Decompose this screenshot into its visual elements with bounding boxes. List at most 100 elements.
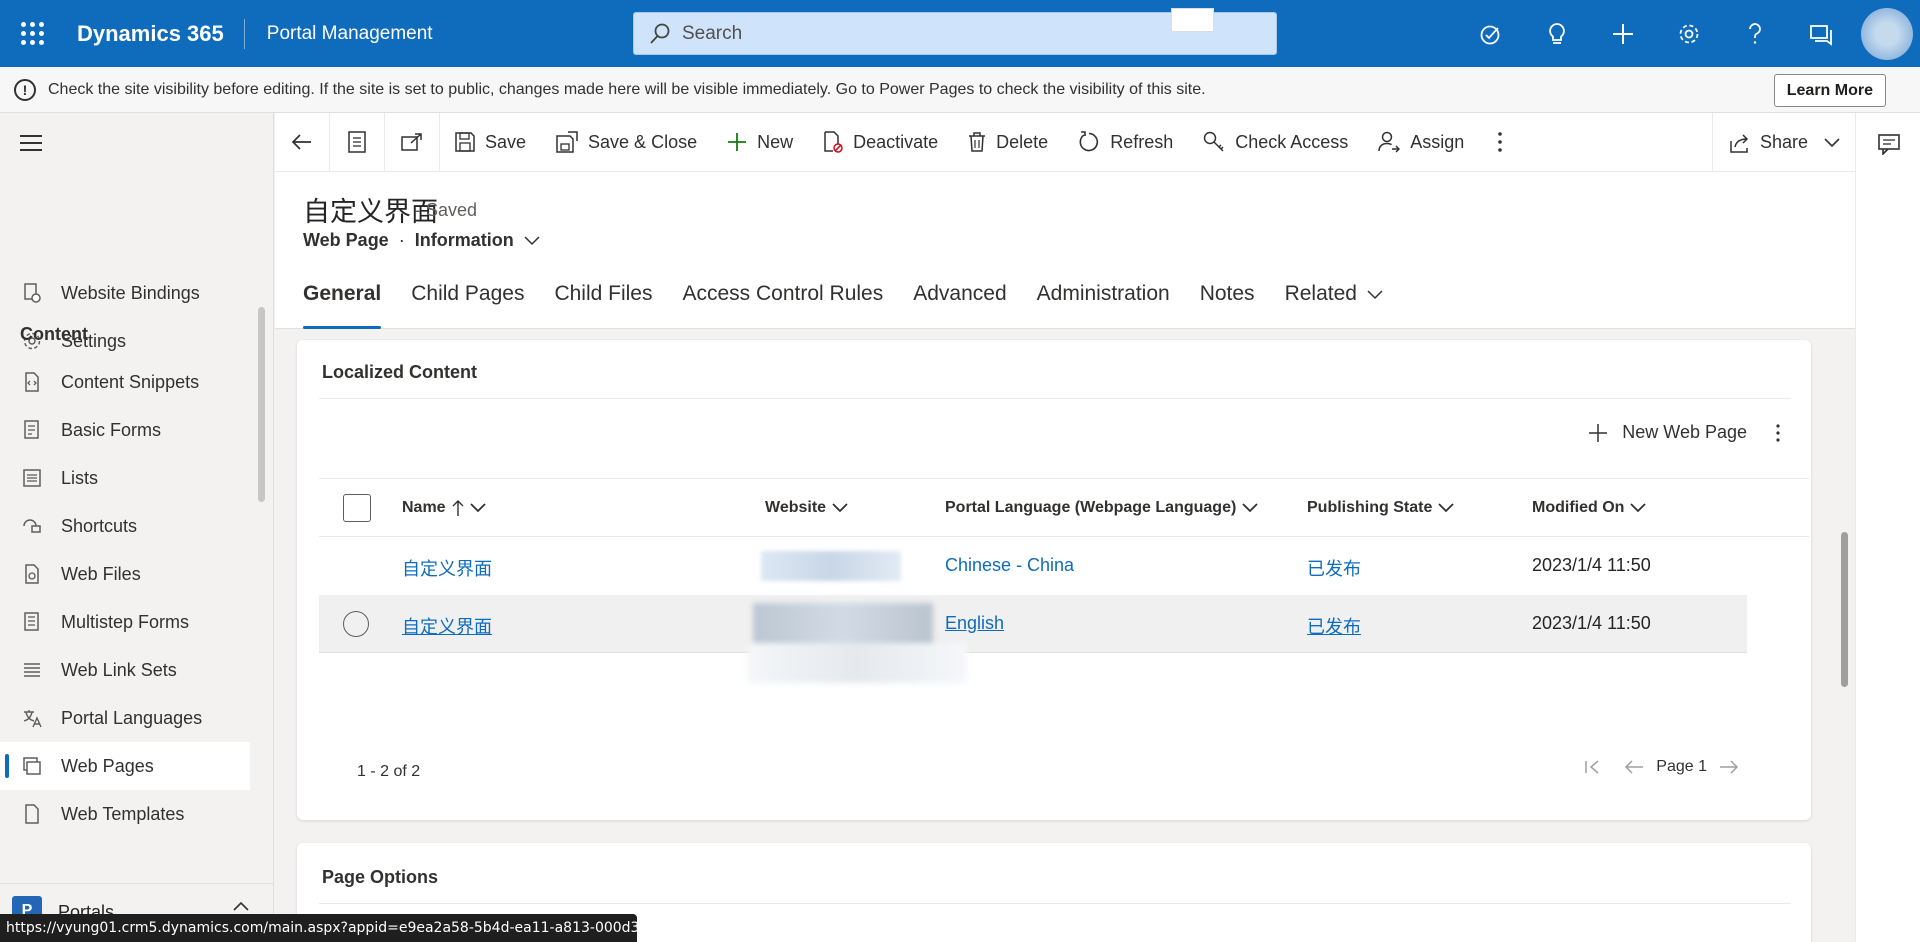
column-header-portal-language[interactable]: Portal Language (Webpage Language) xyxy=(945,499,1258,517)
language-icon xyxy=(22,708,42,728)
sidebar-item-label: Web Link Sets xyxy=(61,659,177,680)
save-close-button[interactable]: Save & Close xyxy=(541,113,712,172)
tab-administration[interactable]: Administration xyxy=(1037,272,1170,329)
app-launcher-button[interactable] xyxy=(0,0,64,67)
save-button[interactable]: Save xyxy=(440,113,541,172)
list-icon xyxy=(22,468,42,488)
open-new-window-button[interactable] xyxy=(385,112,440,172)
sidebar: Website Bindings Settings Content Conten… xyxy=(0,113,274,942)
row-language-link[interactable]: Chinese - China xyxy=(945,555,1074,576)
row-state-link[interactable]: 已发布 xyxy=(1307,613,1361,639)
app-name[interactable]: Portal Management xyxy=(245,23,615,45)
back-button[interactable] xyxy=(275,112,330,172)
column-header-publishing-state[interactable]: Publishing State xyxy=(1307,499,1454,517)
tab-child-files[interactable]: Child Files xyxy=(554,272,652,329)
chat-icon[interactable] xyxy=(1877,133,1901,155)
tab-related[interactable]: Related xyxy=(1285,272,1383,329)
row-language-link[interactable]: English xyxy=(945,613,1004,634)
tab-general[interactable]: General xyxy=(303,272,382,329)
new-label: New xyxy=(757,131,794,152)
column-header-website[interactable]: Website xyxy=(765,499,848,517)
column-label: Name xyxy=(402,499,446,516)
first-page-icon[interactable] xyxy=(1584,759,1600,775)
plus-icon xyxy=(1613,23,1633,44)
task-button[interactable] xyxy=(1458,0,1524,67)
table-row[interactable]: 自定义界面 English 已发布 2023/1/4 11:50 xyxy=(319,595,1747,653)
chevron-down-icon[interactable] xyxy=(524,235,540,246)
new-web-page-button[interactable]: New Web Page xyxy=(1588,422,1747,443)
record-set-button[interactable] xyxy=(330,112,385,172)
sidebar-item-portal-languages[interactable]: Portal Languages xyxy=(0,694,250,742)
form-selector[interactable]: Information xyxy=(415,230,514,251)
column-label: Modified On xyxy=(1532,499,1625,516)
sidebar-item-label: Basic Forms xyxy=(61,419,162,440)
tab-notes[interactable]: Notes xyxy=(1200,272,1255,329)
top-icons xyxy=(1458,0,1920,67)
ideas-button[interactable] xyxy=(1524,0,1590,67)
feedback-button[interactable] xyxy=(1788,0,1854,67)
save-label: Save xyxy=(485,131,527,152)
row-select-radio[interactable] xyxy=(343,611,369,637)
plus-icon xyxy=(728,133,747,151)
row-state-link[interactable]: 已发布 xyxy=(1307,555,1361,581)
settings-button[interactable] xyxy=(1656,0,1722,67)
new-button[interactable]: New xyxy=(712,113,808,172)
row-name-link[interactable]: 自定义界面 xyxy=(402,613,492,639)
row-name-link[interactable]: 自定义界面 xyxy=(402,555,492,581)
sidebar-item-label: Multistep Forms xyxy=(61,611,190,632)
column-label: Portal Language (Webpage Language) xyxy=(945,499,1237,516)
deactivate-button[interactable]: Deactivate xyxy=(808,113,953,172)
search-placeholder: Search xyxy=(682,22,743,44)
lightbulb-icon xyxy=(1549,22,1565,44)
table-row[interactable]: 自定义界面 Chinese - China 已发布 2023/1/4 11:50 xyxy=(319,537,1747,595)
more-vertical-icon[interactable] xyxy=(1775,423,1781,443)
user-avatar[interactable] xyxy=(1854,0,1920,67)
sidebar-item-content-snippets[interactable]: Content Snippets xyxy=(0,358,250,406)
sidebar-scrollbar[interactable] xyxy=(258,307,265,502)
sidebar-item-web-pages[interactable]: Web Pages xyxy=(0,742,250,790)
assign-button[interactable]: Assign xyxy=(1363,113,1479,172)
next-page-icon[interactable] xyxy=(1719,759,1739,775)
add-button[interactable] xyxy=(1590,0,1656,67)
binding-icon xyxy=(22,283,42,303)
main-scrollbar[interactable] xyxy=(1841,532,1848,687)
column-header-modified-on[interactable]: Modified On xyxy=(1532,499,1647,517)
more-commands-button[interactable] xyxy=(1479,113,1521,172)
sidebar-item-web-link-sets[interactable]: Web Link Sets xyxy=(0,646,250,694)
sidebar-item-web-files[interactable]: Web Files xyxy=(0,550,250,598)
previous-page-icon[interactable] xyxy=(1624,759,1644,775)
chevron-down-icon xyxy=(1367,290,1383,300)
tab-access-control-rules[interactable]: Access Control Rules xyxy=(682,272,883,329)
info-icon: ! xyxy=(14,78,36,101)
avatar xyxy=(1861,7,1913,60)
sidebar-item-multistep-forms[interactable]: Multistep Forms xyxy=(0,598,250,646)
check-access-button[interactable]: Check Access xyxy=(1188,113,1363,172)
sidebar-item-label: Web Files xyxy=(61,563,141,584)
section-title: Localized Content xyxy=(322,362,478,382)
select-all-checkbox[interactable] xyxy=(343,494,371,522)
hamburger-icon[interactable] xyxy=(20,135,42,156)
save-status: - Saved xyxy=(415,200,478,220)
section-title: Page Options xyxy=(322,867,439,887)
tab-advanced[interactable]: Advanced xyxy=(913,272,1006,329)
sidebar-item-website-bindings[interactable]: Website Bindings xyxy=(0,269,250,317)
refresh-button[interactable]: Refresh xyxy=(1063,113,1188,172)
sidebar-item-web-templates[interactable]: Web Templates xyxy=(0,790,250,838)
document-icon xyxy=(348,131,366,153)
key-icon xyxy=(1203,131,1224,152)
grid-header: Name Website Portal Language (Webpage La… xyxy=(319,478,1809,537)
share-button[interactable]: Share xyxy=(1712,113,1855,172)
sidebar-item-basic-forms[interactable]: Basic Forms xyxy=(0,406,250,454)
tab-child-pages[interactable]: Child Pages xyxy=(411,272,524,329)
learn-more-button[interactable]: Learn More xyxy=(1773,74,1886,107)
help-button[interactable] xyxy=(1722,0,1788,67)
brand-title[interactable]: Dynamics 365 xyxy=(64,18,245,49)
notification-bar: ! Check the site visibility before editi… xyxy=(0,67,1920,113)
entity-name: Web Page xyxy=(303,230,389,250)
sidebar-item-label: Web Pages xyxy=(61,755,154,776)
column-header-name[interactable]: Name xyxy=(402,499,486,517)
sidebar-item-lists[interactable]: Lists xyxy=(0,454,250,502)
delete-button[interactable]: Delete xyxy=(953,113,1063,172)
search-icon xyxy=(650,23,670,44)
sidebar-item-shortcuts[interactable]: Shortcuts xyxy=(0,502,250,550)
